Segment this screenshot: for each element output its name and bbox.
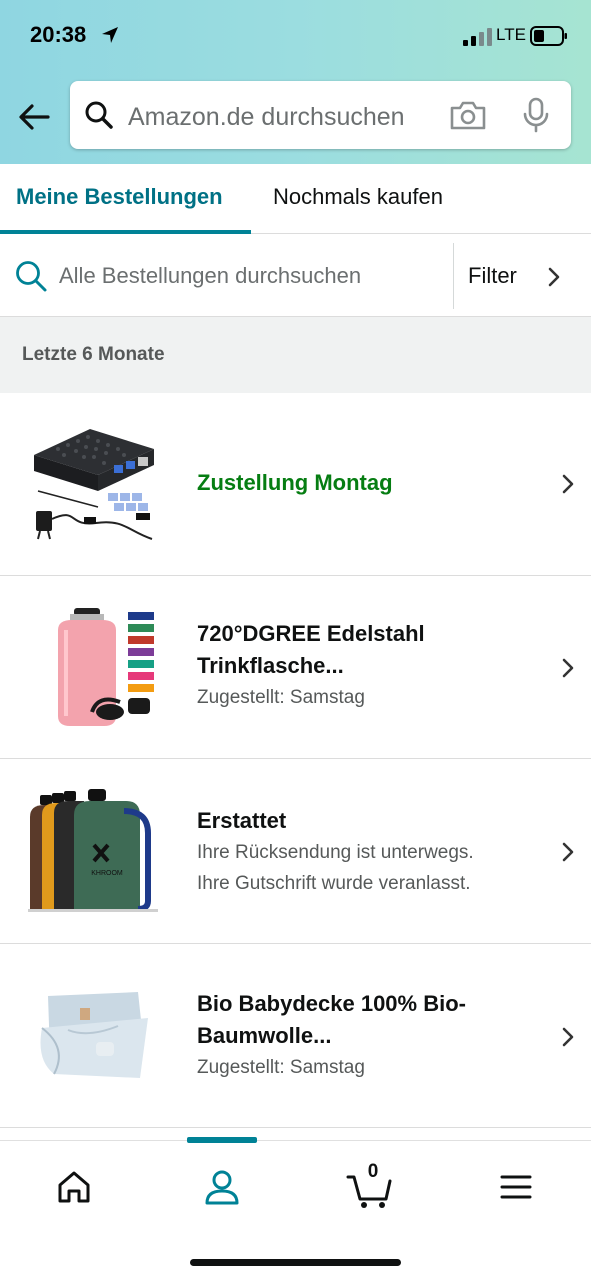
water-bottle-image [58, 608, 154, 726]
microphone-icon[interactable] [522, 97, 550, 133]
refund-message-line-2: Ihre Gutschrift wurde veranlasst. [197, 873, 471, 894]
filter-label: Filter [468, 263, 517, 288]
search-bar[interactable]: Amazon.de durchsuchen [70, 81, 571, 149]
chevron-right-icon [562, 842, 574, 862]
search-input[interactable]: Amazon.de durchsuchen [128, 103, 405, 132]
water-jugs-image: KHROOM [28, 789, 158, 912]
tab-nochmals-kaufen[interactable]: Nochmals kaufen [273, 184, 443, 210]
chevron-right-icon [562, 658, 574, 678]
camera-icon[interactable] [448, 99, 488, 131]
section-title: Letzte 6 Monate [22, 344, 165, 365]
order-search-bar: Alle Bestellungen durchsuchen Filter [0, 235, 591, 317]
battery-icon [530, 26, 567, 46]
section-header: Letzte 6 Monate [0, 317, 591, 393]
cart-count: 0 [367, 1161, 379, 1182]
product-title-line-2: Baumwolle... [197, 1023, 332, 1048]
order-status: Erstattet [197, 808, 287, 833]
status-time: 20:38 [30, 22, 87, 47]
header: 20:38 LTE Amazon.de durchsuchen [0, 0, 591, 164]
order-row[interactable]: 720°DGREE Edelstahl Trinkflasche... Zuge… [0, 576, 591, 759]
network-type: LTE [496, 25, 526, 44]
delivery-status: Zugestellt: Samstag [197, 1057, 365, 1078]
product-title-line-2: Trinkflasche... [197, 653, 344, 678]
menu-icon[interactable] [492, 1163, 540, 1211]
search-icon [16, 261, 47, 292]
chevron-right-icon [562, 474, 574, 494]
order-row[interactable]: Zustellung Montag [0, 393, 591, 576]
chevron-right-icon [562, 1027, 574, 1047]
product-title-line-1: 720°DGREE Edelstahl [197, 621, 425, 646]
account-icon[interactable] [198, 1163, 246, 1211]
refund-message-line-1: Ihre Rücksendung ist unterwegs. [197, 842, 474, 863]
order-row[interactable]: Bio Babydecke 100% Bio- Baumwolle... Zug… [0, 944, 591, 1128]
order-row[interactable]: KHROOM Erstattet Ihre Rücksendung ist un… [0, 759, 591, 944]
svg-text:KHROOM: KHROOM [91, 870, 123, 877]
home-indicator [190, 1259, 401, 1266]
active-nav-indicator [187, 1137, 257, 1143]
search-icon [85, 101, 113, 129]
product-title-line-1: Bio Babydecke 100% Bio- [197, 991, 466, 1016]
delivery-status: Zugestellt: Samstag [197, 687, 365, 708]
filter-button[interactable]: Filter [454, 235, 591, 317]
active-tab-indicator [0, 230, 251, 234]
bottom-navigation: 0 [0, 1137, 591, 1280]
raspberry-pi-case-image [34, 429, 154, 540]
location-arrow-icon [102, 27, 118, 43]
cellular-signal-icon [463, 28, 492, 46]
order-tabs: Meine Bestellungen Nochmals kaufen [0, 164, 591, 234]
back-arrow-icon[interactable] [16, 98, 54, 136]
home-icon[interactable] [50, 1163, 98, 1211]
baby-blanket-image [40, 992, 148, 1078]
order-search-input[interactable]: Alle Bestellungen durchsuchen [59, 263, 361, 289]
order-status: Zustellung Montag [197, 470, 393, 495]
tab-meine-bestellungen[interactable]: Meine Bestellungen [16, 184, 223, 210]
chevron-right-icon [548, 267, 560, 287]
